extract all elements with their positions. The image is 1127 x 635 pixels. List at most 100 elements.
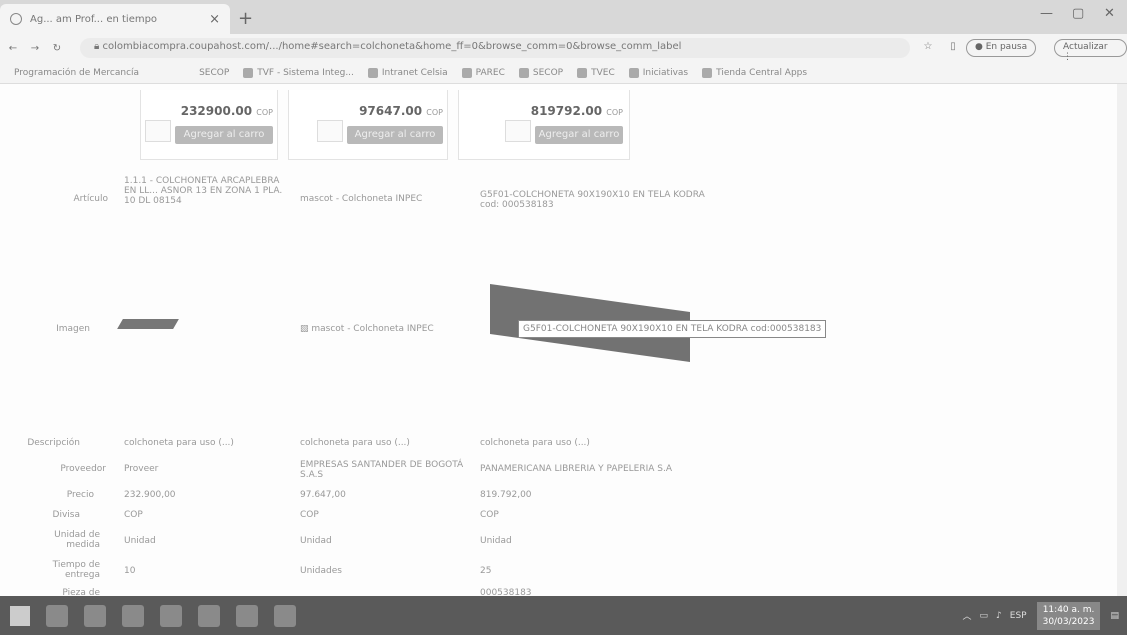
description-cell: colchoneta para uso (...) [124, 438, 234, 448]
chrome-icon[interactable] [122, 604, 144, 627]
clock-time: 11:40 a. m. [1042, 604, 1095, 615]
bookmark-item[interactable]: PAREC [461, 67, 505, 78]
lock-icon: 🔒︎ [94, 41, 103, 52]
image-alt-text: mascot - Colchoneta INPEC [311, 324, 434, 334]
add-to-cart-button[interactable]: Agregar al carro [535, 126, 623, 144]
product-image-alt[interactable]: ▧ mascot - Colchoneta INPEC [300, 324, 470, 334]
network-icon[interactable]: ▭ [980, 611, 989, 621]
product-image[interactable] [117, 319, 179, 329]
supplier-cell: PANAMERICANA LIBRERIA Y PAPELERIA S.A [480, 464, 672, 474]
system-tray: ︿ ▭ ♪ ESP 11:40 a. m. 30/03/2023 ▤ [963, 596, 1119, 635]
reload-icon[interactable]: ↻ [48, 43, 66, 54]
notifications-icon[interactable]: ▤ [1110, 611, 1119, 621]
row-label-proveedor: Proveedor [60, 464, 106, 474]
browser-tab[interactable]: Ag... am Prof... en tiempo × [0, 4, 230, 34]
new-tab-icon[interactable]: + [238, 8, 253, 29]
maximize-icon[interactable]: ▢ [1072, 6, 1084, 21]
price-amount: 97647.00 COP [359, 104, 443, 118]
bookmark-item[interactable]: SECOP [199, 68, 229, 78]
close-window-icon[interactable]: ✕ [1104, 6, 1115, 21]
bookmark-icon [518, 67, 529, 78]
price-cell: 232.900,00 [124, 490, 176, 500]
back-icon[interactable]: ← [4, 43, 22, 54]
unit-cell: Unidad [124, 536, 156, 546]
product-name-text: G5F01-COLCHONETA 90X190X10 EN TELA KODRA [480, 190, 705, 200]
bookmark-item[interactable]: Iniciativas [628, 67, 688, 78]
quantity-input[interactable] [317, 120, 343, 142]
update-button[interactable]: Actualizar ⋮ [1054, 39, 1127, 62]
quantity-input[interactable] [505, 120, 531, 142]
product-name[interactable]: mascot - Colchoneta INPEC [300, 194, 470, 204]
windows-start-icon[interactable] [10, 605, 30, 626]
browser-app-icon[interactable] [274, 604, 296, 627]
broken-image-icon: ▧ [300, 324, 312, 334]
tray-chevron-icon[interactable]: ︿ [963, 609, 972, 622]
product-name[interactable]: G5F01-COLCHONETA 90X190X10 EN TELA KODRA… [480, 190, 880, 210]
clock[interactable]: 11:40 a. m. 30/03/2023 [1036, 601, 1101, 630]
row-label-unidad: Unidad de medida [54, 530, 100, 550]
search-icon[interactable] [46, 604, 68, 627]
bookmark-label: TVEC [591, 67, 615, 78]
price-cell: 97.647,00 [300, 490, 346, 500]
row-label-articulo: Artículo [73, 194, 108, 204]
delivery-cell: 25 [480, 566, 492, 576]
row-label-imagen: Imagen [56, 324, 90, 334]
bookmark-item[interactable]: TVF - Sistema Integ... [243, 67, 354, 78]
unit-cell: Unidad [300, 536, 332, 546]
forward-icon[interactable]: → [26, 43, 44, 54]
row-label-divisa: Divisa [52, 510, 80, 520]
sidepanel-icon[interactable]: ▯ [944, 41, 962, 52]
quantity-input[interactable] [145, 120, 171, 142]
language-indicator[interactable]: ESP [1010, 611, 1027, 621]
bookmark-icon [628, 67, 639, 78]
row-label-precio: Precio [66, 490, 94, 500]
add-to-cart-button[interactable]: Agregar al carro [347, 126, 443, 144]
word-icon[interactable] [198, 604, 220, 627]
product-name[interactable]: 1.1.1 - COLCHONETA ARCAPLEBRA EN LL... A… [124, 176, 284, 206]
bookmark-item[interactable]: SECOP [518, 67, 563, 78]
address-toolbar: ← → ↻ 🔒︎ colombiacompra.coupahost.com/..… [0, 34, 1127, 62]
currency-cell: COP [480, 510, 499, 520]
image-tooltip: G5F01-COLCHONETA 90X190X10 EN TELA KODRA… [518, 320, 827, 338]
photos-icon[interactable] [160, 604, 182, 627]
price-card: 232900.00 COP Agregar al carro [140, 90, 278, 160]
volume-icon[interactable]: ♪ [996, 611, 1002, 621]
comparison-panel: 232900.00 COP Agregar al carro 97647.00 … [0, 84, 1127, 596]
supplier-cell: EMPRESAS SANTANDER DE BOGOTÁ S.A.S [300, 460, 464, 480]
bookmark-label: Programación de Mercancía [14, 67, 140, 78]
app-icon[interactable] [236, 604, 258, 627]
price-amount: 232900.00 COP [180, 104, 273, 118]
file-explorer-icon[interactable] [84, 604, 106, 627]
price-amount: 819792.00 COP [530, 104, 623, 118]
url-text: colombiacompra.coupahost.com/.../home#se… [102, 41, 682, 52]
bookmark-item[interactable]: TVEC [577, 67, 615, 78]
row-label-tiempo: Tiempo de entrega [52, 560, 100, 580]
row-label-pieza: Pieza de [62, 588, 100, 596]
bookmark-label: TVF - Sistema Integ... [257, 67, 354, 78]
price-card: 97647.00 COP Agregar al carro [288, 90, 448, 160]
close-tab-icon[interactable]: × [209, 12, 220, 27]
row-label-descripcion: Descripción [27, 438, 80, 448]
bookmark-icon [461, 67, 472, 78]
price-cell: 819.792,00 [480, 490, 532, 500]
url-input[interactable]: 🔒︎ colombiacompra.coupahost.com/.../home… [80, 38, 910, 58]
bookmark-item[interactable]: Tienda Central Apps [702, 67, 807, 78]
vertical-scrollbar[interactable] [1117, 84, 1127, 596]
paused-profile-button[interactable]: ● En pausa [966, 39, 1037, 57]
bookmark-icon [702, 67, 713, 78]
minimize-icon[interactable]: — [1040, 6, 1053, 21]
currency-cell: COP [124, 510, 143, 520]
bookmark-label: PAREC [475, 67, 505, 78]
bookmark-icon [243, 67, 254, 78]
bookmark-label: Intranet Celsia [381, 67, 448, 78]
description-cell: colchoneta para uso (...) [480, 438, 590, 448]
bookmark-star-icon[interactable]: ☆ [919, 41, 937, 52]
bookmark-item[interactable]: Intranet Celsia [367, 67, 448, 78]
add-to-cart-button[interactable]: Agregar al carro [175, 126, 273, 144]
bookmark-item[interactable]: Programación de Mercancía [14, 68, 139, 78]
page-loading-icon [10, 13, 22, 25]
delivery-cell: Unidades [300, 566, 342, 576]
currency-cell: COP [300, 510, 319, 520]
bookmark-label: SECOP [199, 67, 230, 78]
windows-taskbar: ︿ ▭ ♪ ESP 11:40 a. m. 30/03/2023 ▤ [0, 596, 1127, 635]
